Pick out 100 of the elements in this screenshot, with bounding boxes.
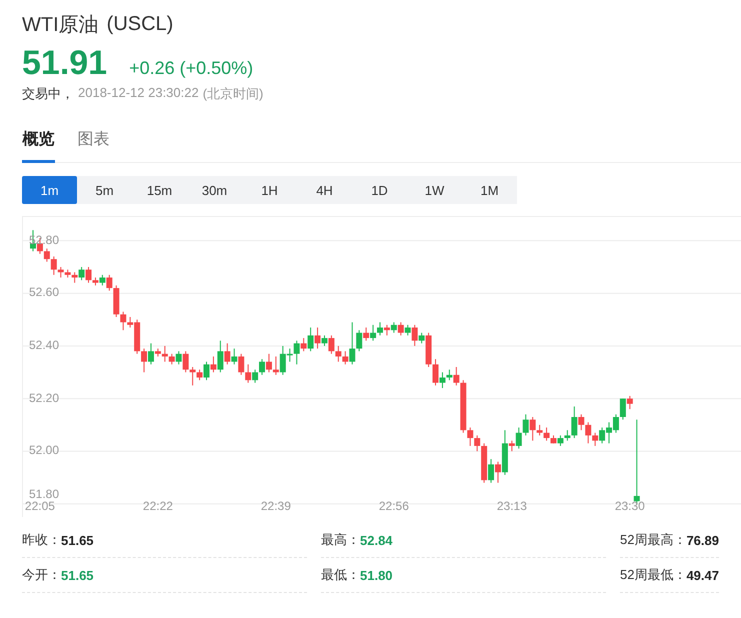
candlestick xyxy=(390,322,397,334)
candlestick xyxy=(78,266,85,281)
interval-button[interactable]: 5m xyxy=(77,176,132,204)
candlestick xyxy=(148,342,154,365)
axis-label: 22:05 xyxy=(24,499,55,513)
price-change: +0.26 (+0.50%) xyxy=(129,58,254,79)
interval-button[interactable]: 4H xyxy=(297,176,352,204)
candlestick xyxy=(356,330,362,352)
stat-value: 76.89 xyxy=(686,532,719,548)
interval-button[interactable]: 1M xyxy=(462,176,517,204)
axis-label: 52.60 xyxy=(29,285,60,300)
axis-label: 51.80 xyxy=(29,486,60,501)
timezone: (北京时间) xyxy=(202,85,264,103)
candlestick xyxy=(245,364,252,384)
candlestick xyxy=(620,398,626,420)
candlestick xyxy=(106,274,112,292)
candlestick xyxy=(342,350,348,365)
stat-value: 52.84 xyxy=(360,532,393,548)
candlestick xyxy=(120,311,126,331)
candlestick xyxy=(474,434,480,452)
stat-value: 51.65 xyxy=(61,532,94,548)
candlestick xyxy=(467,427,474,446)
candlestick xyxy=(168,353,175,365)
candlestick xyxy=(453,366,460,386)
price: 51.91 xyxy=(22,44,108,83)
stat-label: 52周最低： xyxy=(620,566,686,584)
candlestick xyxy=(314,327,321,350)
stat-label: 52周最高： xyxy=(620,531,686,549)
candlestick xyxy=(446,369,452,381)
candlestick xyxy=(210,356,216,373)
candlestick xyxy=(266,353,272,373)
stat-value: 49.47 xyxy=(686,568,719,582)
candlestick xyxy=(272,356,279,376)
axis-label: 52.40 xyxy=(29,338,60,352)
stat-label: 昨收： xyxy=(22,531,61,549)
candlestick xyxy=(516,427,522,450)
candlestick xyxy=(377,322,383,336)
candlestick xyxy=(238,353,244,376)
candlestick xyxy=(363,327,370,342)
candlestick xyxy=(321,334,328,346)
candlestick xyxy=(412,324,418,346)
interval-button[interactable]: 1W xyxy=(407,176,462,204)
axis-label: 23:30 xyxy=(614,499,645,513)
stat-label: 今开： xyxy=(22,566,61,584)
stat-label: 最低： xyxy=(321,566,360,584)
interval-button[interactable]: 15m xyxy=(132,176,187,204)
candlestick xyxy=(335,345,342,362)
axis-label: 23:13 xyxy=(496,499,527,513)
instrument-name: WTI原油 xyxy=(22,12,99,38)
axis-label: 52.00 xyxy=(29,443,60,458)
trading-status: 交易中， xyxy=(22,85,74,103)
candlestick xyxy=(578,414,584,431)
candlestick xyxy=(294,340,300,365)
stat-label: 最高： xyxy=(321,531,360,549)
candlestick xyxy=(300,338,307,352)
axis-label: 52.20 xyxy=(29,390,60,405)
stat-value: 51.80 xyxy=(360,568,393,582)
tab[interactable]: 概览 xyxy=(22,123,55,163)
axis-label: 22:39 xyxy=(260,499,291,513)
candlestick xyxy=(58,266,64,278)
candlestick xyxy=(328,334,334,354)
candlestick xyxy=(349,322,356,365)
candlestick xyxy=(252,369,258,384)
interval-button[interactable]: 1m xyxy=(22,176,77,204)
candlestick xyxy=(404,324,411,336)
interval-button[interactable]: 1D xyxy=(352,176,407,204)
candlestick xyxy=(141,348,148,373)
candlestick xyxy=(308,327,314,352)
candlestick xyxy=(204,361,210,381)
candlestick xyxy=(99,274,106,286)
candlestick xyxy=(224,342,230,365)
candlestick xyxy=(384,324,390,336)
candlestick xyxy=(196,369,203,381)
candlestick xyxy=(182,350,189,373)
interval-button[interactable]: 1H xyxy=(242,176,297,204)
candlestick xyxy=(231,348,238,365)
interval-button[interactable]: 30m xyxy=(187,176,242,204)
timestamp: 2018-12-12 23:30:22 xyxy=(78,85,199,102)
candlestick xyxy=(44,248,50,262)
candlestick xyxy=(432,358,439,386)
candlestick xyxy=(162,345,168,362)
candlestick xyxy=(370,324,376,342)
candlestick xyxy=(508,440,515,452)
tab[interactable]: 图表 xyxy=(77,123,110,163)
axis-label: 22:22 xyxy=(142,499,173,513)
candlestick xyxy=(592,432,598,446)
candlestick xyxy=(626,395,633,410)
candlestick xyxy=(536,424,543,436)
candlestick xyxy=(494,461,501,484)
candlestick xyxy=(259,358,266,376)
candlestick xyxy=(50,256,57,276)
candlestick xyxy=(86,266,92,284)
candlestick xyxy=(439,372,446,389)
candlestick xyxy=(190,366,196,386)
stat-value: 51.65 xyxy=(61,568,94,582)
candlestick xyxy=(571,406,578,439)
candlestick xyxy=(522,414,529,436)
candlestick xyxy=(564,430,570,442)
candlestick xyxy=(217,340,224,373)
candlestick xyxy=(585,422,592,444)
